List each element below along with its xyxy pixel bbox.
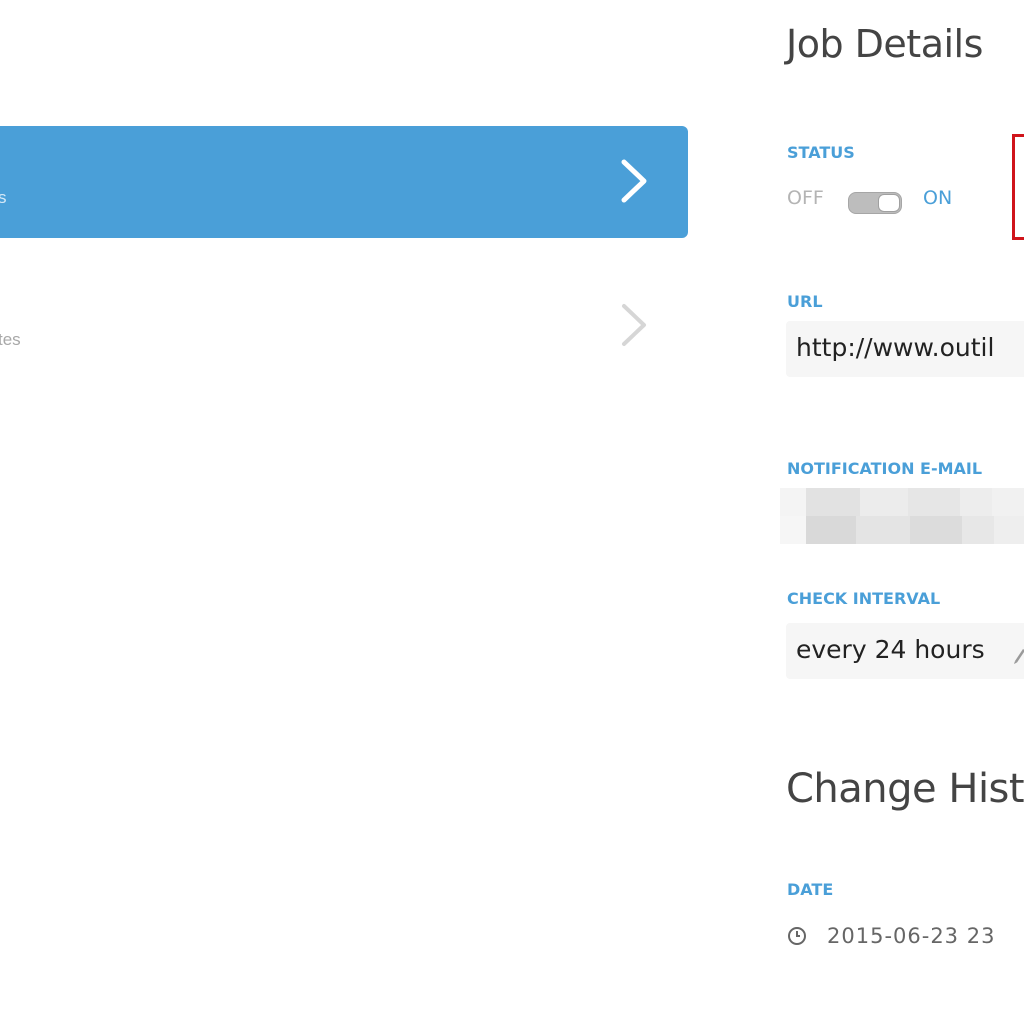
- job-item-subtitle: tes: [0, 330, 21, 349]
- toggle-knob: [878, 194, 900, 212]
- url-value: http://www.outil: [796, 333, 995, 362]
- status-off-label[interactable]: OFF: [787, 187, 824, 209]
- job-item-subtitle: s: [0, 188, 7, 207]
- date-column-header: DATE: [787, 880, 834, 899]
- chevron-right-icon: [622, 304, 646, 346]
- job-list-item-selected[interactable]: s: [0, 126, 688, 238]
- status-on-label[interactable]: ON: [923, 187, 952, 209]
- check-interval-field[interactable]: every 24 hours: [786, 623, 1024, 679]
- pencil-icon[interactable]: [1012, 644, 1024, 664]
- check-interval-value: every 24 hours: [796, 635, 985, 664]
- status-label: STATUS: [787, 143, 855, 162]
- clock-icon: [788, 927, 806, 945]
- status-toggle[interactable]: [848, 192, 902, 214]
- page: s tes Job Details STATUS OFF ON URL http…: [0, 0, 1024, 1024]
- history-date-value[interactable]: 2015-06-23 23: [827, 924, 995, 948]
- job-details-title: Job Details: [786, 22, 983, 66]
- chevron-right-icon: [621, 159, 647, 203]
- change-history-title: Change Histo: [786, 766, 1024, 812]
- highlight-frame: [1012, 134, 1024, 240]
- notification-email-label: NOTIFICATION E-MAIL: [787, 459, 983, 478]
- job-list-item[interactable]: tes: [0, 268, 688, 380]
- notification-email-blur: [780, 516, 1024, 544]
- url-field[interactable]: http://www.outil: [786, 321, 1024, 377]
- check-interval-label: CHECK INTERVAL: [787, 589, 941, 608]
- url-label: URL: [787, 292, 823, 311]
